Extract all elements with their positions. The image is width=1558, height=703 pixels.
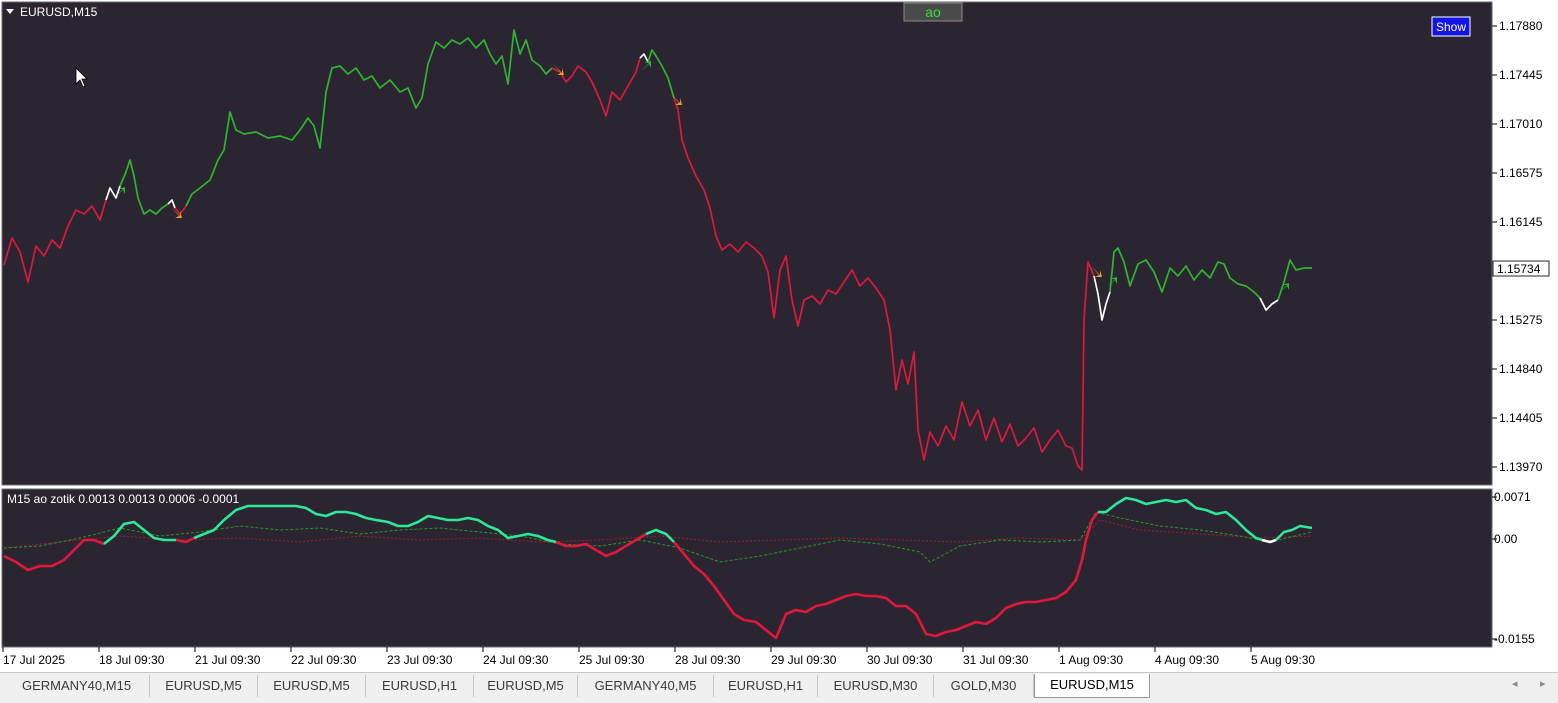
chart-tab[interactable]: GOLD,M30 <box>934 675 1034 697</box>
chart-tab[interactable]: EURUSD,H1 <box>714 675 818 697</box>
time-axis-label: 5 Aug 09:30 <box>1251 653 1315 667</box>
chart-tab[interactable]: EURUSD,M5 <box>258 675 366 697</box>
price-axis-label: 1.16145 <box>1499 215 1543 229</box>
price-axis-label: 1.17880 <box>1499 19 1543 33</box>
time-axis-label: 22 Jul 09:30 <box>291 653 357 667</box>
time-axis-label: 17 Jul 2025 <box>3 653 65 667</box>
ao-button[interactable]: ao <box>903 2 963 22</box>
chart-tab[interactable]: GERMANY40,M15 <box>4 675 150 697</box>
price-axis-label: 1.13970 <box>1499 460 1543 474</box>
price-axis-label: 1.14405 <box>1499 411 1543 425</box>
indicator-pane[interactable] <box>1 488 1493 648</box>
scroll-right-icon[interactable]: ▸ <box>1540 677 1546 690</box>
current-price-tag: 1.15734 <box>1492 260 1550 277</box>
indicator-axis-label: -0.0155 <box>1494 632 1535 646</box>
chart-tab[interactable]: EURUSD,H1 <box>366 675 474 697</box>
indicator-axis-label: 0.0071 <box>1494 490 1531 504</box>
time-axis-label: 1 Aug 09:30 <box>1059 653 1123 667</box>
indicator-info: M15 ao zotik 0.0013 0.0013 0.0006 -0.000… <box>7 492 240 506</box>
chart-tab-bar: ◂ ▸ GERMANY40,M15 EURUSD,M5 EURUSD,M5 EURUS… <box>0 672 1558 703</box>
time-axis-label: 30 Jul 09:30 <box>867 653 933 667</box>
chart-tab[interactable]: EURUSD,M15 <box>1034 674 1150 698</box>
price-axis: 1.17880 1.17445 1.17010 1.16575 1.16145 1.152… <box>1492 19 1543 474</box>
time-axis: 17 Jul 2025 18 Jul 09:30 21 Jul 09:30 22 Ju… <box>2 647 1315 667</box>
time-axis-label: 25 Jul 09:30 <box>579 653 645 667</box>
price-axis-label: 1.17010 <box>1499 117 1543 131</box>
symbol-label: EURUSD,M15 <box>20 5 98 19</box>
time-axis-label: 18 Jul 09:30 <box>99 653 165 667</box>
price-axis-label: 1.15275 <box>1499 313 1543 327</box>
time-axis-label: 4 Aug 09:30 <box>1155 653 1219 667</box>
time-axis-label: 21 Jul 09:30 <box>195 653 261 667</box>
chart-tab[interactable]: EURUSD,M5 <box>474 675 578 697</box>
price-axis-label: 1.14840 <box>1499 362 1543 376</box>
price-axis-label: 1.17445 <box>1499 68 1543 82</box>
time-axis-label: 24 Jul 09:30 <box>483 653 549 667</box>
time-axis-label: 28 Jul 09:30 <box>675 653 741 667</box>
chart-tab[interactable]: GERMANY40,M5 <box>578 675 714 697</box>
time-axis-label: 23 Jul 09:30 <box>387 653 453 667</box>
time-axis-label: 31 Jul 09:30 <box>963 653 1029 667</box>
indicator-axis-label: 0.00 <box>1494 532 1518 546</box>
show-button-label: Show <box>1436 20 1466 34</box>
show-button[interactable]: Show <box>1431 16 1471 37</box>
chart-canvas[interactable]: EURUSD,M15 ao Show 1.17880 1.17445 1.17010… <box>0 0 1558 672</box>
indicator-axis: 0.0071 0.00 -0.0155 <box>1492 490 1535 646</box>
chart-tab[interactable]: EURUSD,M5 <box>150 675 258 697</box>
chart-tab[interactable]: EURUSD,M30 <box>818 675 934 697</box>
scroll-left-icon[interactable]: ◂ <box>1512 677 1518 690</box>
price-axis-label: 1.16575 <box>1499 166 1543 180</box>
time-axis-label: 29 Jul 09:30 <box>771 653 837 667</box>
chart-window[interactable]: EURUSD,M15 ao Show 1.17880 1.17445 1.17010… <box>0 0 1558 672</box>
current-price-value: 1.15734 <box>1497 262 1541 276</box>
ao-button-label: ao <box>925 4 941 20</box>
